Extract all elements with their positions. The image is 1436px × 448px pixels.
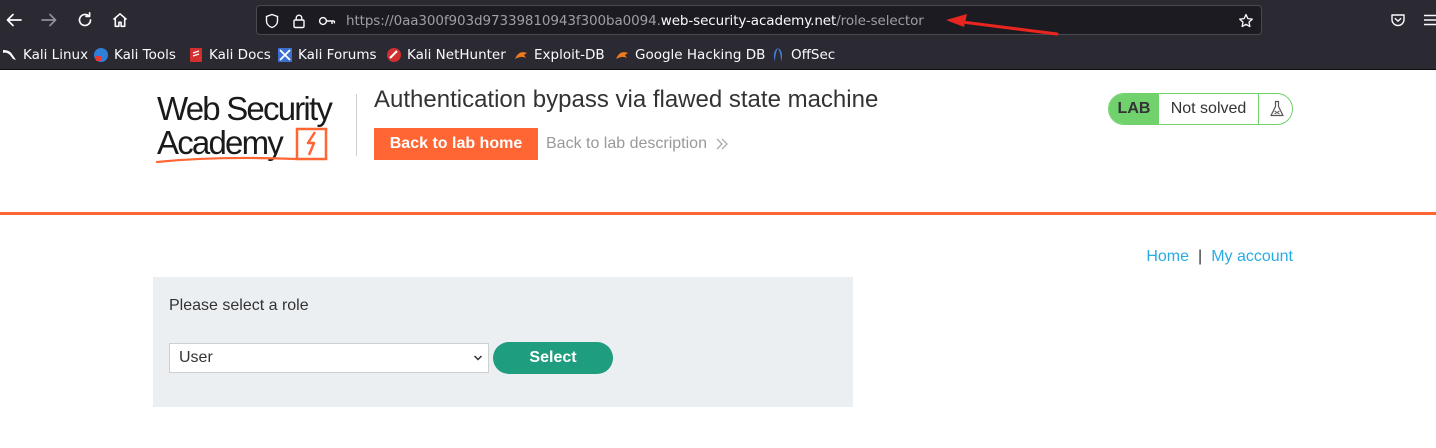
- kali-tools-icon: [93, 47, 109, 63]
- lab-badge: LAB: [1109, 94, 1159, 124]
- kali-docs-icon: [188, 47, 204, 63]
- pocket-icon[interactable]: [1386, 8, 1410, 32]
- menu-icon[interactable]: [1418, 8, 1436, 32]
- bookmark-offsec[interactable]: OffSec: [770, 46, 835, 64]
- role-select-value: User: [179, 349, 213, 366]
- forward-arrow-icon[interactable]: [37, 8, 61, 32]
- back-to-lab-home-button[interactable]: Back to lab home: [374, 128, 538, 160]
- bookmark-kali-tools[interactable]: Kali Tools: [93, 46, 176, 64]
- lab-status-widget: LAB Not solved: [1108, 93, 1293, 125]
- key-icon[interactable]: [318, 12, 336, 30]
- home-link[interactable]: Home: [1146, 248, 1189, 265]
- bookmark-label: Kali Docs: [209, 47, 271, 63]
- bookmark-google-hacking-db[interactable]: Google Hacking DB: [614, 46, 765, 64]
- logo-lightning-icon: [155, 127, 328, 164]
- select-role-button[interactable]: Select: [493, 342, 613, 374]
- bookmark-star-icon[interactable]: [1237, 12, 1255, 30]
- kali-dragon-icon: [2, 47, 18, 63]
- bookmark-label: Kali Linux: [23, 47, 89, 63]
- role-selector-form: Please select a role User Select: [153, 277, 853, 407]
- url-subdomain: 0aa300f903d97339810943f300ba0094.: [393, 13, 661, 29]
- bookmark-kali-docs[interactable]: Kali Docs: [188, 46, 271, 64]
- bookmark-kali-linux[interactable]: Kali Linux: [2, 46, 88, 64]
- lab-status-text: Not solved: [1159, 94, 1259, 124]
- offsec-icon: [770, 47, 786, 63]
- top-nav: Home | My account: [1146, 247, 1293, 267]
- browser-toolbar: https://0aa300f903d97339810943f300ba0094…: [0, 0, 1436, 40]
- ghdb-icon: [614, 47, 630, 63]
- url-path: /role-selector: [836, 13, 924, 29]
- web-security-academy-logo[interactable]: Web Security Academy: [154, 90, 360, 166]
- tracking-shield-icon[interactable]: [263, 12, 281, 30]
- bookmark-label: Kali NetHunter: [407, 47, 506, 63]
- flask-icon: [1260, 94, 1292, 124]
- bookmark-label: Exploit-DB: [534, 47, 605, 63]
- bookmark-kali-forums[interactable]: Kali Forums: [277, 46, 377, 64]
- bookmark-label: Kali Tools: [114, 47, 176, 63]
- kali-forums-icon: [277, 47, 293, 63]
- nav-separator: |: [1198, 248, 1203, 265]
- exploit-db-icon: [513, 47, 529, 63]
- bookmark-label: OffSec: [791, 47, 836, 63]
- logo-divider: [356, 94, 357, 156]
- lab-title: Authentication bypass via flawed state m…: [374, 86, 879, 113]
- role-prompt: Please select a role: [169, 297, 309, 314]
- bookmark-label: Google Hacking DB: [635, 47, 766, 63]
- annotation-arrow-icon: [946, 14, 1059, 36]
- bookmark-label: Kali Forums: [298, 47, 377, 63]
- reload-icon[interactable]: [73, 8, 97, 32]
- role-select[interactable]: User: [169, 343, 489, 373]
- double-chevron-right-icon: [716, 138, 728, 150]
- back-arrow-icon[interactable]: [2, 8, 26, 32]
- kali-nethunter-icon: [386, 47, 402, 63]
- address-bar[interactable]: https://0aa300f903d97339810943f300ba0094…: [256, 5, 1262, 35]
- bookmark-exploit-db[interactable]: Exploit-DB: [513, 46, 605, 64]
- back-to-lab-description-label: Back to lab description: [546, 135, 707, 152]
- url-host: web-security-academy.net: [660, 13, 837, 29]
- url-text[interactable]: https://0aa300f903d97339810943f300ba0094…: [346, 12, 924, 30]
- url-scheme: https://: [346, 13, 394, 29]
- back-to-lab-description-link[interactable]: Back to lab description: [546, 134, 729, 154]
- bookmarks-bar: Kali Linux Kali Tools Kali Docs Kali For…: [0, 40, 1436, 70]
- home-icon[interactable]: [108, 8, 132, 32]
- lock-icon[interactable]: [290, 12, 308, 30]
- chevron-down-icon: [473, 355, 483, 361]
- my-account-link[interactable]: My account: [1211, 248, 1293, 265]
- header-divider: [0, 212, 1436, 215]
- bookmark-kali-nethunter[interactable]: Kali NetHunter: [386, 46, 506, 64]
